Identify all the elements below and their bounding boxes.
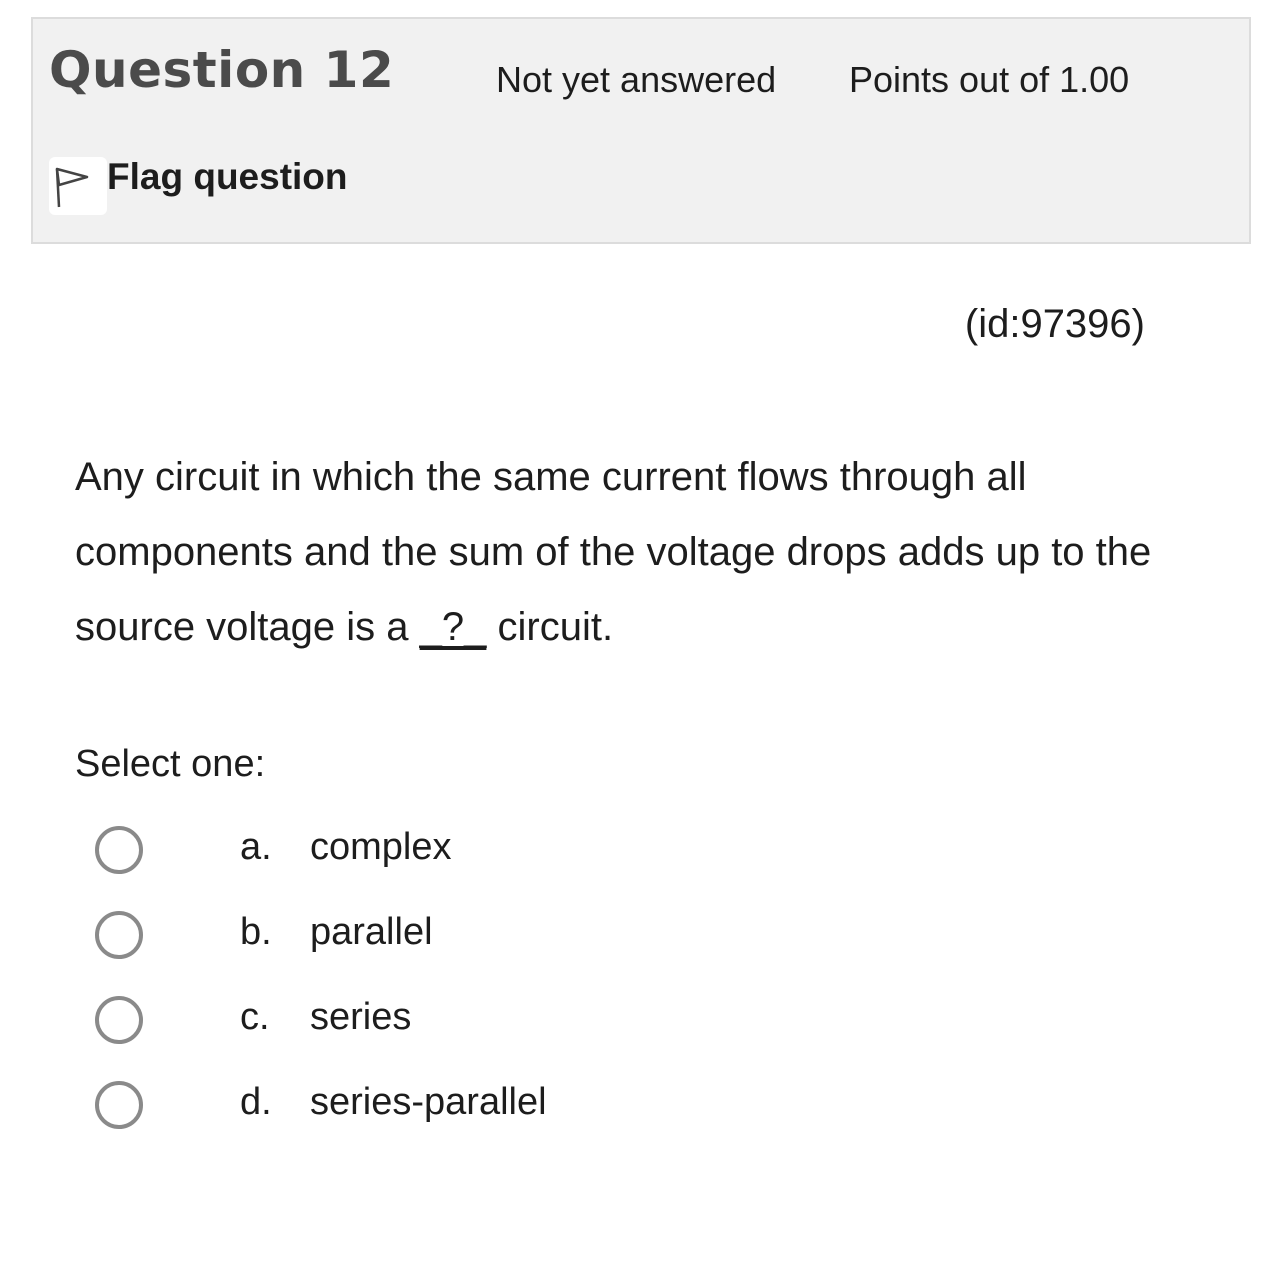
question-text-end: circuit. xyxy=(486,605,614,649)
answer-option-c[interactable]: c. series xyxy=(0,978,700,1063)
answer-option-b[interactable]: b. parallel xyxy=(0,893,700,978)
answer-option-d[interactable]: d. series-parallel xyxy=(0,1063,700,1148)
radio-button[interactable] xyxy=(95,826,143,874)
answer-label[interactable]: series-parallel xyxy=(310,1081,547,1124)
answer-letter: c. xyxy=(240,996,270,1038)
answer-option-a[interactable]: a. complex xyxy=(0,808,700,893)
flag-icon[interactable] xyxy=(49,157,107,215)
answer-letter: b. xyxy=(240,911,272,953)
radio-button[interactable] xyxy=(95,996,143,1044)
answer-letter: a. xyxy=(240,826,272,868)
question-blank: _?_ xyxy=(419,605,487,649)
question-text-start: Any circuit in which the same current fl… xyxy=(75,455,1152,649)
question-id: (id:97396) xyxy=(964,302,1145,346)
question-state: Not yet answered xyxy=(496,59,777,100)
radio-button[interactable] xyxy=(95,1081,143,1129)
flag-question-label[interactable]: Flag question xyxy=(107,156,348,198)
question-info-panel: Question 12 Not yet answered Points out … xyxy=(31,17,1251,244)
select-one-prompt: Select one: xyxy=(75,743,266,785)
radio-button[interactable] xyxy=(95,911,143,959)
answer-label[interactable]: series xyxy=(310,996,411,1039)
question-grade: Points out of 1.00 xyxy=(849,59,1130,100)
question-text: Any circuit in which the same current fl… xyxy=(75,440,1175,665)
answer-label[interactable]: complex xyxy=(310,826,452,869)
answer-label[interactable]: parallel xyxy=(310,911,433,954)
flag-question-button[interactable]: Flag question xyxy=(49,156,348,215)
question-number: Question 12 xyxy=(49,41,395,99)
answer-letter: d. xyxy=(240,1081,272,1123)
